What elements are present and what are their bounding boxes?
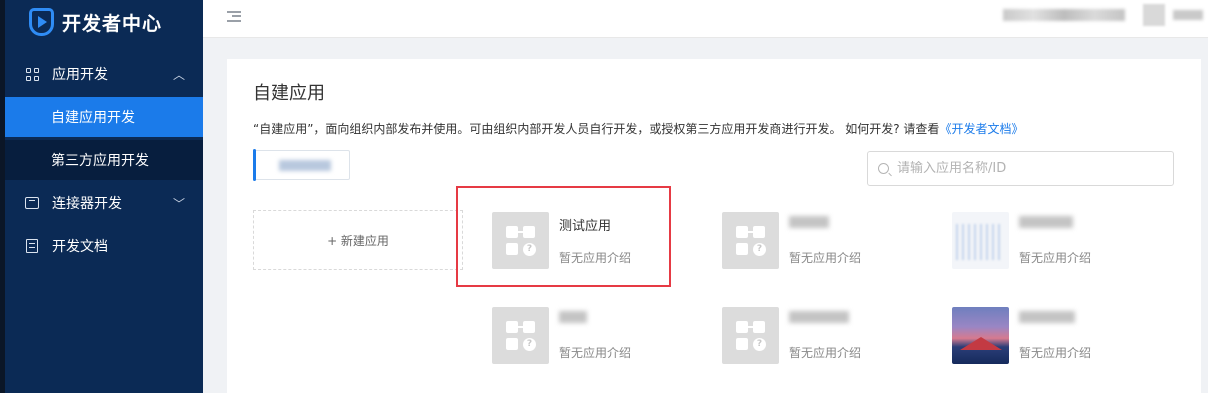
app-card[interactable]: ? 暂无应用介绍 bbox=[722, 210, 932, 272]
org-tab[interactable] bbox=[253, 149, 350, 181]
top-header bbox=[203, 0, 1208, 38]
menu-dev-docs-label: 开发文档 bbox=[52, 239, 108, 255]
highlight-annotation bbox=[456, 186, 671, 287]
avatar[interactable] bbox=[1143, 4, 1165, 26]
submenu-self-built-app[interactable]: 自建应用开发 bbox=[5, 97, 203, 137]
app-thumbnail-image bbox=[952, 307, 1009, 364]
app-name-redacted bbox=[789, 216, 829, 228]
chevron-up-icon: ︿ bbox=[172, 67, 185, 82]
app-placeholder-icon: ? bbox=[722, 307, 779, 364]
app-intro: 暂无应用介绍 bbox=[559, 346, 632, 360]
developer-docs-link[interactable]: 《开发者文档》 bbox=[939, 122, 1023, 136]
app-intro: 暂无应用介绍 bbox=[789, 251, 862, 265]
new-app-button[interactable]: + 新建应用 bbox=[253, 210, 463, 270]
app-name-redacted bbox=[789, 311, 849, 323]
doc-icon bbox=[25, 239, 39, 253]
description-text: “自建应用”，面向组织内部发布并使用。可由组织内部开发人员自行开发，或授权第三方… bbox=[253, 122, 940, 136]
search-icon bbox=[878, 163, 889, 174]
submenu-third-party-app-label: 第三方应用开发 bbox=[51, 153, 149, 169]
app-name-redacted bbox=[1019, 216, 1073, 228]
app-placeholder-icon: ? bbox=[492, 307, 549, 364]
app-intro: 暂无应用介绍 bbox=[1019, 251, 1092, 265]
submenu-self-built-app-label: 自建应用开发 bbox=[51, 110, 135, 126]
search-box[interactable] bbox=[867, 151, 1174, 186]
logo[interactable]: 开发者中心 bbox=[29, 6, 162, 38]
app-placeholder-icon: ? bbox=[722, 212, 779, 269]
logo-text: 开发者中心 bbox=[62, 12, 163, 35]
app-intro: 暂无应用介绍 bbox=[789, 346, 862, 360]
logo-icon bbox=[29, 8, 54, 36]
main-card: 自建应用 “自建应用”，面向组织内部发布并使用。可由组织内部开发人员自行开发，或… bbox=[227, 59, 1201, 393]
user-name[interactable] bbox=[1173, 10, 1203, 20]
search-input[interactable] bbox=[897, 161, 1157, 176]
sidebar: 开发者中心 应用开发 ︿ 自建应用开发 第三方应用开发 连接器开发 ﹀ 开发文档 bbox=[5, 0, 203, 393]
grid-icon bbox=[25, 67, 39, 81]
submenu-third-party-app[interactable]: 第三方应用开发 bbox=[5, 140, 203, 180]
app-name-redacted bbox=[559, 311, 587, 323]
app-card[interactable]: 暂无应用介绍 bbox=[952, 210, 1162, 272]
menu-app-dev-label: 应用开发 bbox=[52, 67, 108, 83]
chevron-down-icon: ﹀ bbox=[172, 196, 185, 211]
menu-dev-docs[interactable]: 开发文档 bbox=[5, 226, 203, 266]
menu-connector-dev-label: 连接器开发 bbox=[52, 196, 122, 212]
page-title: 自建应用 bbox=[253, 83, 325, 104]
user-org-name bbox=[1003, 9, 1125, 21]
menu-app-dev[interactable]: 应用开发 ︿ bbox=[5, 54, 203, 94]
page-description: “自建应用”，面向组织内部发布并使用。可由组织内部开发人员自行开发，或授权第三方… bbox=[253, 120, 1023, 137]
app-card[interactable]: 暂无应用介绍 bbox=[952, 305, 1162, 367]
menu-connector-dev[interactable]: 连接器开发 ﹀ bbox=[5, 183, 203, 223]
app-card[interactable]: ? 暂无应用介绍 bbox=[492, 305, 702, 367]
box-icon bbox=[25, 196, 39, 210]
app-thumbnail-image bbox=[952, 212, 1009, 269]
app-card[interactable]: ? 暂无应用介绍 bbox=[722, 305, 932, 367]
app-intro: 暂无应用介绍 bbox=[1019, 346, 1092, 360]
menu-fold-icon[interactable] bbox=[227, 11, 241, 22]
app-name-redacted bbox=[1019, 311, 1075, 323]
